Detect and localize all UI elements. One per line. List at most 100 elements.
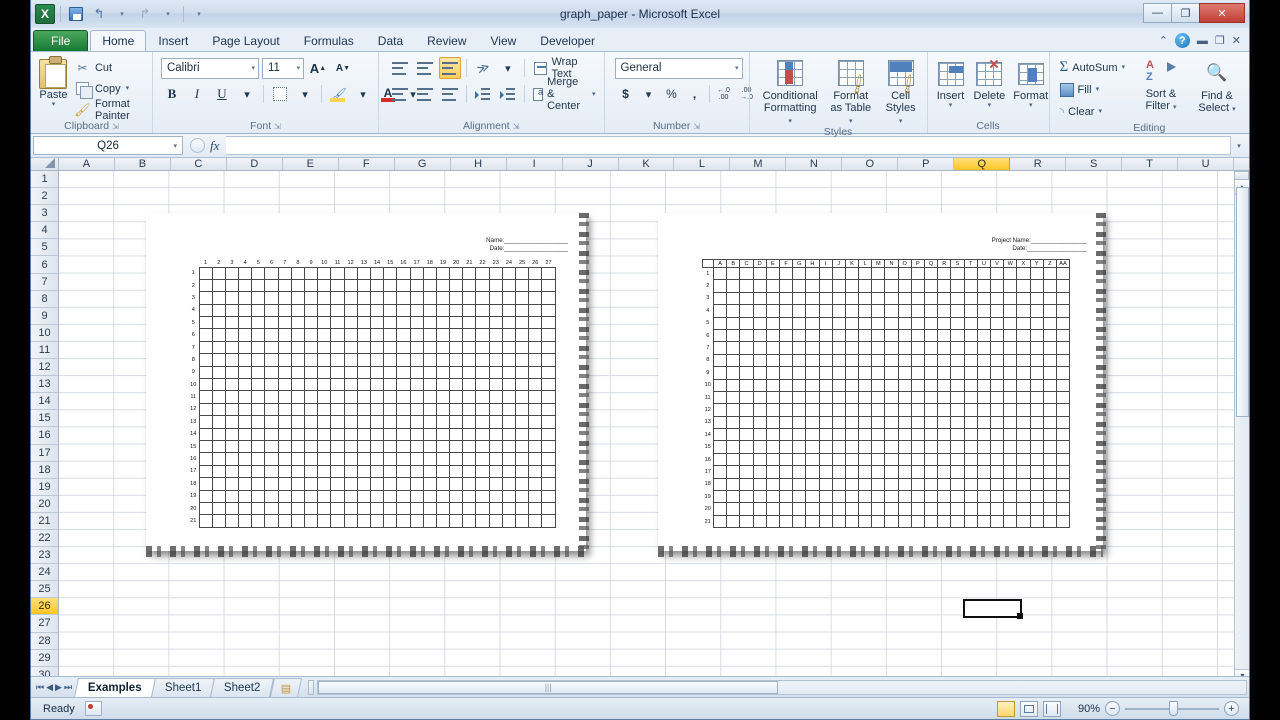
row-header-3[interactable]: 3 (31, 205, 58, 223)
column-header-c[interactable]: C (171, 158, 227, 170)
column-header-r[interactable]: R (1010, 158, 1067, 170)
delete-cells-button[interactable]: Delete ▾ (970, 56, 1010, 109)
column-header-u[interactable]: U (1178, 158, 1235, 170)
chevron-down-icon[interactable]: ▾ (849, 118, 853, 125)
scroll-down-icon[interactable]: ▼ (1235, 668, 1249, 676)
cancel-formula-icon[interactable] (190, 138, 205, 153)
zoom-in-button[interactable]: + (1224, 701, 1239, 716)
redo-dropdown-icon[interactable]: ▾ (158, 5, 178, 23)
chevron-down-icon[interactable]: ▾ (1232, 106, 1236, 113)
chevron-down-icon[interactable]: ▾ (173, 142, 177, 150)
tab-insert[interactable]: Insert (146, 30, 200, 51)
page-layout-view-icon[interactable] (1020, 700, 1038, 717)
paste-dropdown-icon[interactable]: ▾ (52, 101, 56, 108)
row-header-19[interactable]: 19 (31, 479, 58, 496)
horizontal-scrollbar[interactable] (317, 679, 1247, 695)
insert-worksheet-icon[interactable]: ▤ (269, 677, 303, 697)
font-dialog-launcher-icon[interactable]: ⇲ (274, 122, 281, 131)
format-cells-button[interactable]: Format ▾ (1009, 56, 1052, 109)
copy-button[interactable]: Copy ▾ (75, 79, 148, 99)
row-header-23[interactable]: 23 (31, 547, 58, 565)
row-header-27[interactable]: 27 (31, 615, 58, 633)
align-top-button[interactable] (389, 57, 411, 79)
close-workbook-icon[interactable]: ✕ (1232, 34, 1241, 47)
percent-style-button[interactable]: % (661, 83, 683, 105)
scroll-thumb[interactable] (1236, 187, 1249, 417)
row-header-10[interactable]: 10 (31, 325, 58, 342)
italic-button[interactable]: I (186, 83, 208, 105)
align-right-button[interactable] (439, 83, 461, 105)
row-header-4[interactable]: 4 (31, 222, 58, 240)
row-header-29[interactable]: 29 (31, 650, 58, 667)
close-button[interactable]: ✕ (1199, 3, 1245, 23)
number-format-select[interactable]: General ▾ (614, 57, 743, 79)
graph-paper-image-lettered[interactable]: Project Name:_______________ Date:______… (658, 213, 1106, 557)
chevron-down-icon[interactable]: ▾ (290, 64, 300, 72)
name-box[interactable]: Q26 ▾ (33, 136, 183, 155)
orientation-dropdown-icon[interactable]: ▾ (497, 57, 519, 79)
cell-styles-button[interactable]: 🖌 Cell Styles ▾ (879, 56, 923, 126)
fill-color-button[interactable]: 🖌 (327, 83, 349, 105)
row-header-7[interactable]: 7 (31, 274, 58, 291)
chevron-down-icon[interactable]: ▾ (1098, 108, 1102, 115)
split-handle[interactable] (1234, 171, 1249, 180)
underline-dropdown-icon[interactable]: ▾ (236, 83, 258, 105)
underline-button[interactable]: U (211, 83, 233, 105)
tab-view[interactable]: View (479, 30, 529, 51)
save-icon[interactable] (66, 5, 86, 23)
column-header-a[interactable]: A (59, 158, 115, 170)
align-bottom-button[interactable] (438, 57, 461, 79)
zoom-out-button[interactable]: − (1105, 701, 1120, 716)
scroll-thumb[interactable] (318, 680, 779, 694)
excel-logo-icon[interactable]: X (35, 4, 55, 24)
column-header-m[interactable]: M (730, 158, 787, 170)
shrink-font-button[interactable]: A ▼ (332, 57, 354, 79)
sheet-tab-sheet1[interactable]: Sheet1 (150, 677, 216, 697)
row-header-1[interactable]: 1 (31, 171, 58, 189)
insert-function-icon[interactable]: fx (210, 138, 219, 154)
find-and-select-button[interactable]: 🔍 Find & Select ▾ (1189, 56, 1245, 114)
tab-split-handle[interactable] (308, 679, 315, 695)
copy-dropdown-icon[interactable]: ▾ (126, 85, 130, 92)
row-header-21[interactable]: 21 (31, 513, 58, 530)
tab-page-layout[interactable]: Page Layout (200, 30, 291, 51)
column-header-q[interactable]: Q (954, 158, 1011, 170)
record-macro-icon[interactable] (84, 701, 102, 716)
formula-input[interactable] (226, 136, 1231, 155)
borders-button[interactable] (269, 83, 291, 105)
merge-and-center-button[interactable]: Merge & Center ▾ (529, 76, 599, 112)
row-header-24[interactable]: 24 (31, 564, 58, 582)
cut-button[interactable]: ✂ Cut (75, 58, 148, 77)
last-sheet-icon[interactable]: ⏭ (64, 682, 72, 693)
align-middle-button[interactable] (414, 57, 436, 79)
restore-workbook-icon[interactable]: ❐ (1215, 34, 1225, 47)
column-header-s[interactable]: S (1066, 158, 1123, 170)
row-header-16[interactable]: 16 (31, 427, 58, 445)
tab-home[interactable]: Home (90, 30, 147, 51)
conditional-formatting-button[interactable]: Conditional Formatting ▾ (758, 56, 823, 126)
restore-button[interactable]: ❐ (1171, 3, 1200, 23)
alignment-dialog-launcher-icon[interactable]: ⇲ (513, 122, 520, 131)
tab-review[interactable]: Review (415, 30, 478, 51)
minimize-ribbon-icon[interactable]: ▬ (1197, 35, 1208, 47)
column-header-k[interactable]: K (619, 158, 675, 170)
graph-paper-image-numbered[interactable]: Name:_________________ Date:____________… (146, 213, 589, 557)
accounting-dropdown-icon[interactable]: ▾ (638, 83, 660, 105)
tab-developer[interactable]: Developer (528, 30, 607, 51)
chevron-down-icon[interactable]: ▾ (949, 102, 953, 109)
column-header-e[interactable]: E (283, 158, 339, 170)
row-header-9[interactable]: 9 (31, 308, 58, 325)
sheet-tab-examples[interactable]: Examples (74, 677, 156, 697)
merge-dropdown-icon[interactable]: ▾ (592, 91, 596, 98)
sort-and-filter-button[interactable]: AZ Sort & Filter ▾ (1133, 56, 1189, 112)
fill-color-dropdown-icon[interactable]: ▾ (352, 83, 374, 105)
minimize-button[interactable]: — (1143, 3, 1172, 23)
chevron-down-icon[interactable]: ▾ (1029, 102, 1033, 109)
chevron-down-icon[interactable]: ▾ (1121, 64, 1125, 71)
next-sheet-icon[interactable]: ▶ (55, 682, 62, 693)
column-header-l[interactable]: L (674, 158, 731, 170)
undo-icon[interactable]: ↰ (89, 5, 109, 23)
row-header-11[interactable]: 11 (31, 342, 58, 360)
customize-qat-icon[interactable]: ▾ (189, 5, 209, 23)
expand-formula-bar-icon[interactable]: ▾ (1231, 136, 1247, 155)
